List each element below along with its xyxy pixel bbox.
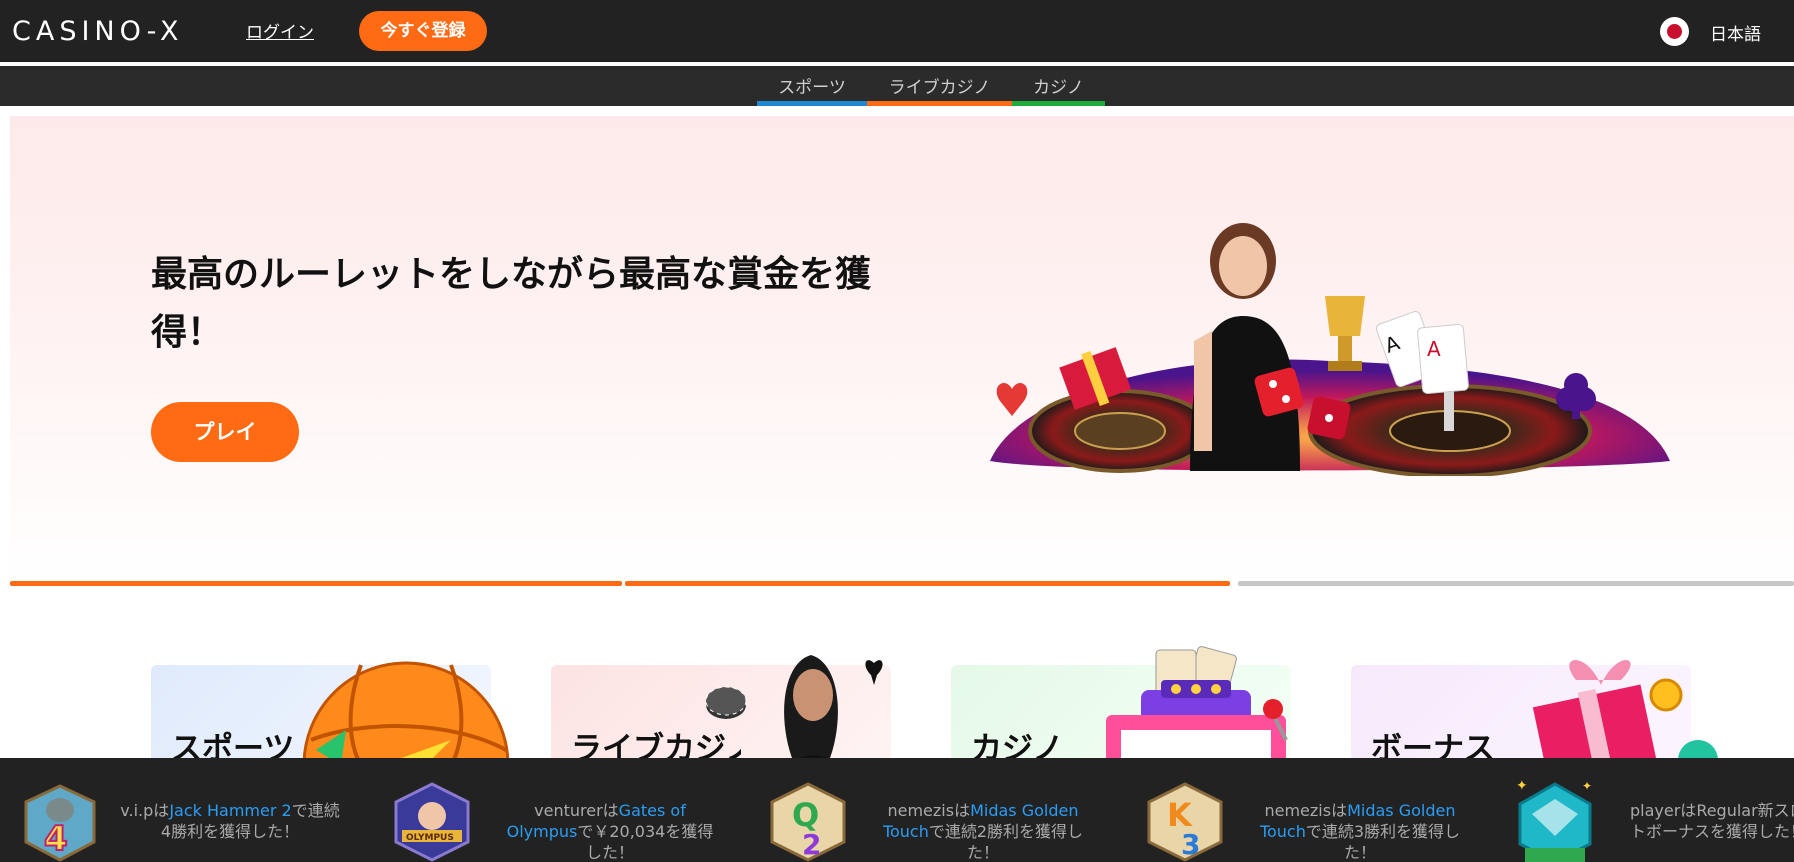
tab-live-casino-label: ライブカジノ <box>888 78 991 98</box>
midas-k3-icon: K 3 <box>1147 782 1223 862</box>
language-selector[interactable]: 日本語 <box>1710 20 1761 45</box>
svg-text:3: 3 <box>1181 828 1200 861</box>
play-button[interactable]: プレイ <box>151 402 299 462</box>
diamond-badge-icon: ✦ ✦ <box>1516 778 1592 862</box>
top-bar: CASINO-X ログイン 今すぐ登録 日本語 <box>0 0 1794 62</box>
section-nav: スポーツ ライブカジノ カジノ <box>0 66 1794 106</box>
svg-text:✦: ✦ <box>1516 778 1528 794</box>
svg-text:OLYMPUS: OLYMPUS <box>406 833 454 843</box>
ticker-text: playerはRegular新スロットボーナスを獲得した！ <box>1630 801 1794 841</box>
login-link[interactable]: ログイン <box>246 18 314 43</box>
tab-sports[interactable]: スポーツ <box>757 66 867 106</box>
slide-progress-2[interactable] <box>625 581 1230 586</box>
ticker-text: nemezisはMidas Golden Touchで連続2勝利を獲得した！ <box>882 801 1084 862</box>
slide-progress-3[interactable] <box>1238 581 1794 586</box>
tab-casino-label: カジノ <box>1033 78 1084 98</box>
gates-of-olympus-icon: OLYMPUS <box>394 782 470 862</box>
ticker-item[interactable]: 4 v.i.pはJack Hammer 2で連続4勝利を獲得した！ <box>20 758 370 862</box>
roulette-dealer-illustration: A A <box>990 223 1670 476</box>
ticker-text: venturerはGates of Olympusで￥20,034を獲得した！ <box>506 801 714 862</box>
slide-progress-1[interactable] <box>10 581 622 586</box>
ticker-item[interactable]: K 3 nemezisはMidas Golden Touchで連続3勝利を獲得し… <box>1145 758 1505 862</box>
register-button[interactable]: 今すぐ登録 <box>359 11 487 51</box>
tab-sports-indicator <box>757 101 867 106</box>
svg-text:2: 2 <box>802 828 821 861</box>
tab-live-casino[interactable]: ライブカジノ <box>867 66 1012 106</box>
ticker-text: nemezisはMidas Golden Touchで連続3勝利を獲得した！ <box>1259 801 1461 862</box>
jack-hammer-4-icon: 4 <box>24 784 96 862</box>
casino-x-logo[interactable]: CASINO-X <box>12 16 184 47</box>
hero-title: 最高のルーレットをしながら最高な賞金を獲得！ <box>151 254 872 353</box>
svg-text:4: 4 <box>44 819 68 859</box>
winners-ticker: 4 v.i.pはJack Hammer 2で連続4勝利を獲得した！ OLYMPU… <box>0 758 1794 862</box>
tab-sports-label: スポーツ <box>778 78 846 98</box>
tab-live-casino-indicator <box>867 101 1012 106</box>
ticker-item[interactable]: OLYMPUS venturerはGates of Olympusで￥20,03… <box>390 758 750 862</box>
tab-casino[interactable]: カジノ <box>1012 66 1105 106</box>
hero-banner[interactable]: 最高のルーレットをしながら最高な賞金を獲得！ プレイ A A <box>10 116 1794 586</box>
ticker-item[interactable]: ✦ ✦ playerはRegular新スロットボーナスを獲得した！ <box>1510 758 1794 862</box>
svg-text:✦: ✦ <box>1582 779 1592 793</box>
ticker-item[interactable]: Q 2 nemezisはMidas Golden Touchで連続2勝利を獲得し… <box>768 758 1128 862</box>
midas-q2-icon: Q 2 <box>770 782 846 862</box>
tab-casino-indicator <box>1012 101 1105 106</box>
svg-text:A: A <box>1427 337 1441 361</box>
japan-flag-icon[interactable] <box>1660 17 1689 46</box>
game-link[interactable]: Jack Hammer 2 <box>169 801 291 820</box>
ticker-text: v.i.pはJack Hammer 2で連続4勝利を獲得した！ <box>120 801 340 841</box>
